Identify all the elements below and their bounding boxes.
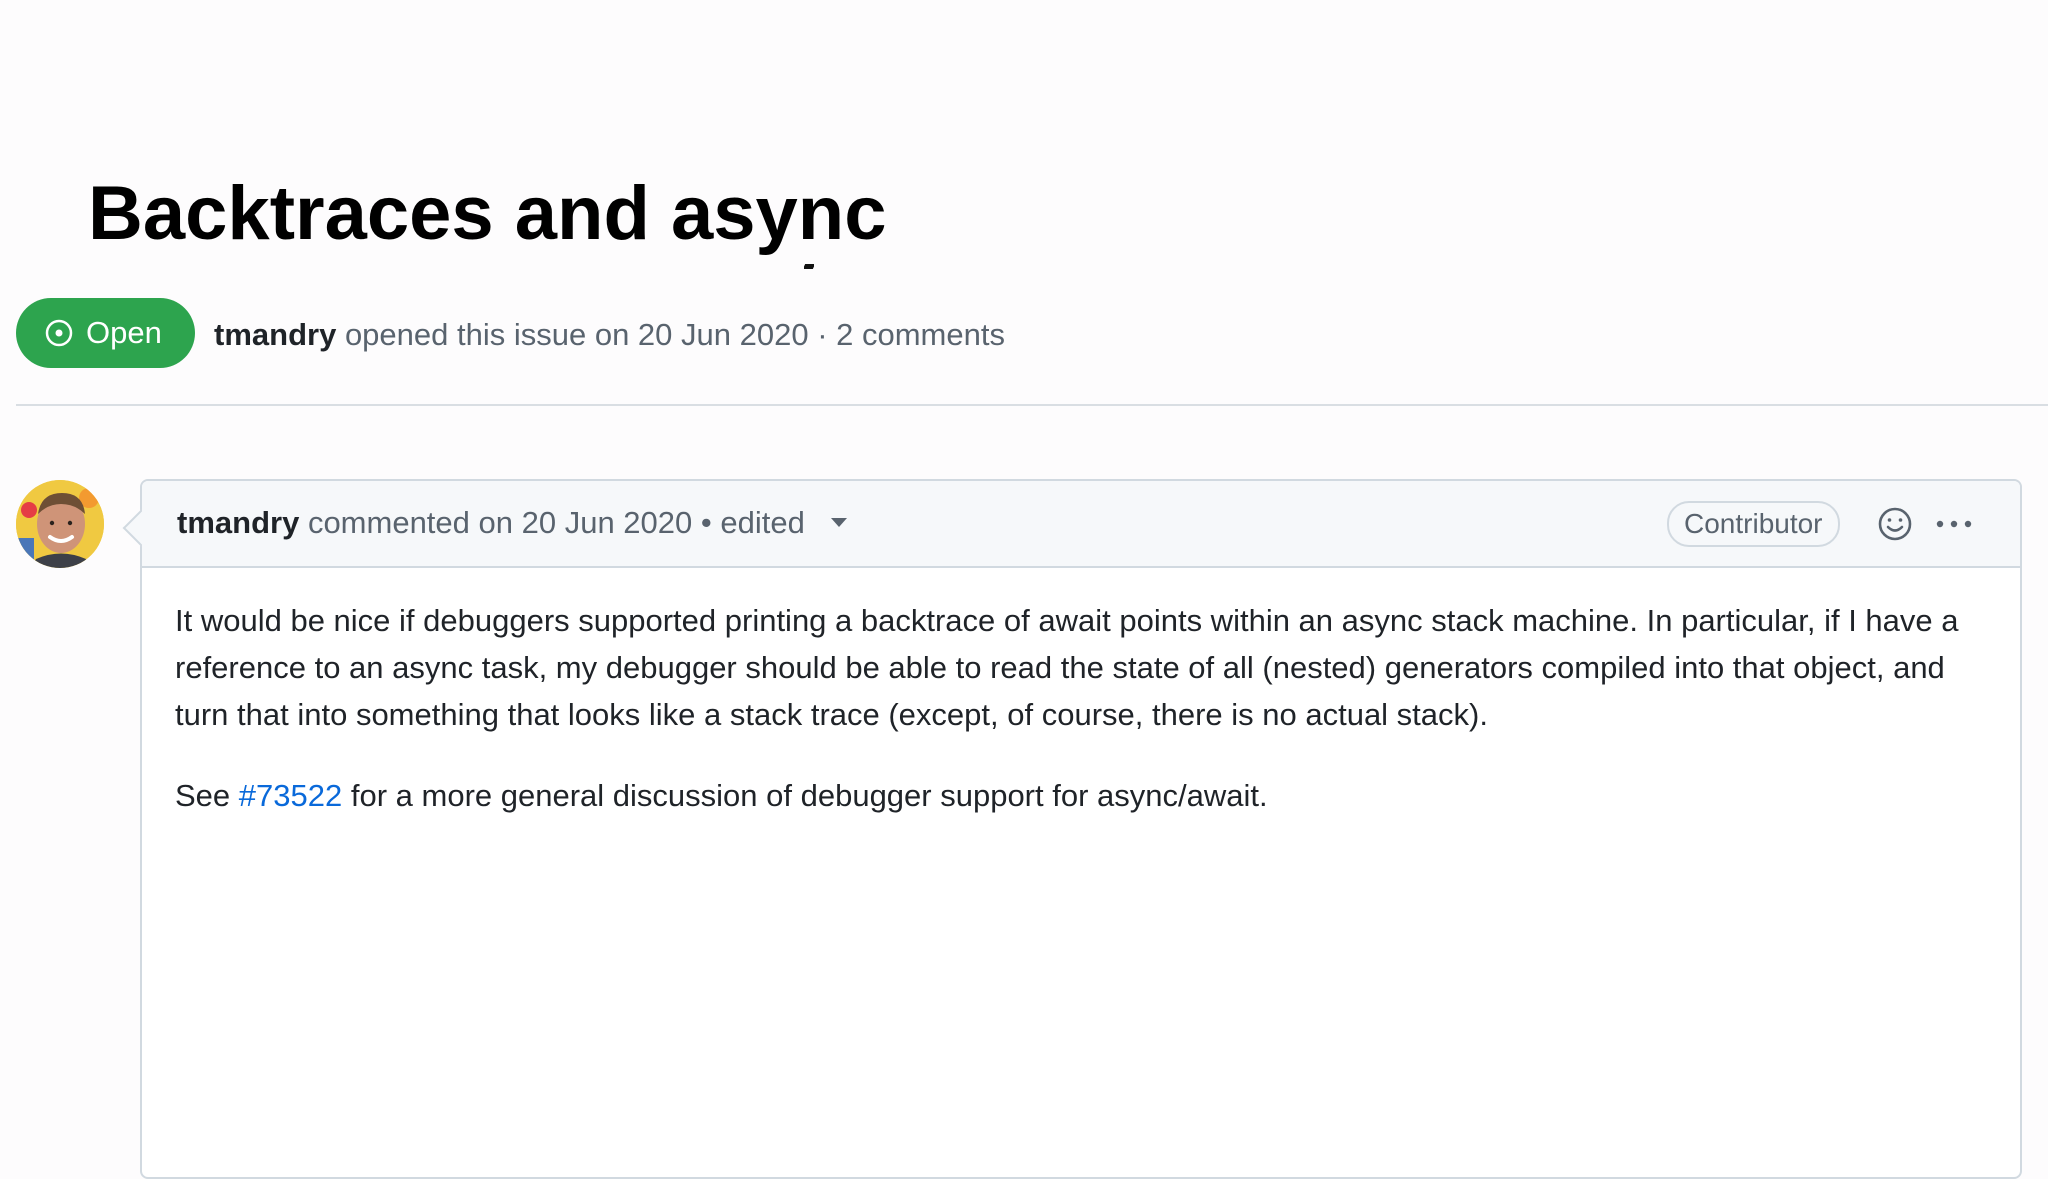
issue-status-badge: Open [16, 298, 195, 368]
comment-author-link[interactable]: tmandry [177, 505, 299, 540]
discussion-text: for a more general discussion of debugge… [350, 778, 1268, 813]
comment-paragraph-one: It would be nice if debuggers supported … [175, 603, 1959, 732]
issue-author-link[interactable]: tmandry [214, 317, 336, 352]
issue-opened-meta: tmandry opened this issue on 20 Jun 2020… [214, 314, 1005, 356]
cropped-title-fragment [804, 258, 814, 272]
comment-paragraph-two: See #73522 for a more general discussion… [175, 772, 1995, 819]
issue-opened-text: opened this issue on 20 Jun 2020 · 2 com… [344, 317, 1005, 352]
issue-status-label: Open [86, 315, 162, 350]
slide-title: Backtraces and async [88, 170, 887, 256]
comment-body: It would be nice if debuggers supported … [175, 597, 1995, 819]
edited-history-dropdown[interactable]: edited [720, 505, 848, 540]
see-text: See [175, 778, 231, 813]
issue-header-divider [16, 404, 2048, 406]
smiley-icon[interactable] [1876, 505, 1914, 543]
edited-label: edited [720, 505, 805, 540]
meta-separator: • [700, 505, 712, 540]
issue-reference-link[interactable]: #73522 [239, 778, 342, 813]
comment-header: tmandry commented on 20 Jun 2020 • edite… [142, 481, 2020, 568]
comment-date-text[interactable]: commented on 20 Jun 2020 [308, 505, 692, 540]
commenter-avatar[interactable] [16, 480, 104, 568]
issue-opened-icon [45, 319, 73, 347]
comment-card: tmandry commented on 20 Jun 2020 • edite… [122, 479, 2022, 1179]
kebab-horizontal-icon[interactable] [1932, 507, 1976, 541]
contributor-badge: Contributor [1667, 501, 1840, 547]
triangle-down-icon [831, 518, 848, 528]
comment-meta: tmandry commented on 20 Jun 2020 • edite… [177, 502, 848, 544]
